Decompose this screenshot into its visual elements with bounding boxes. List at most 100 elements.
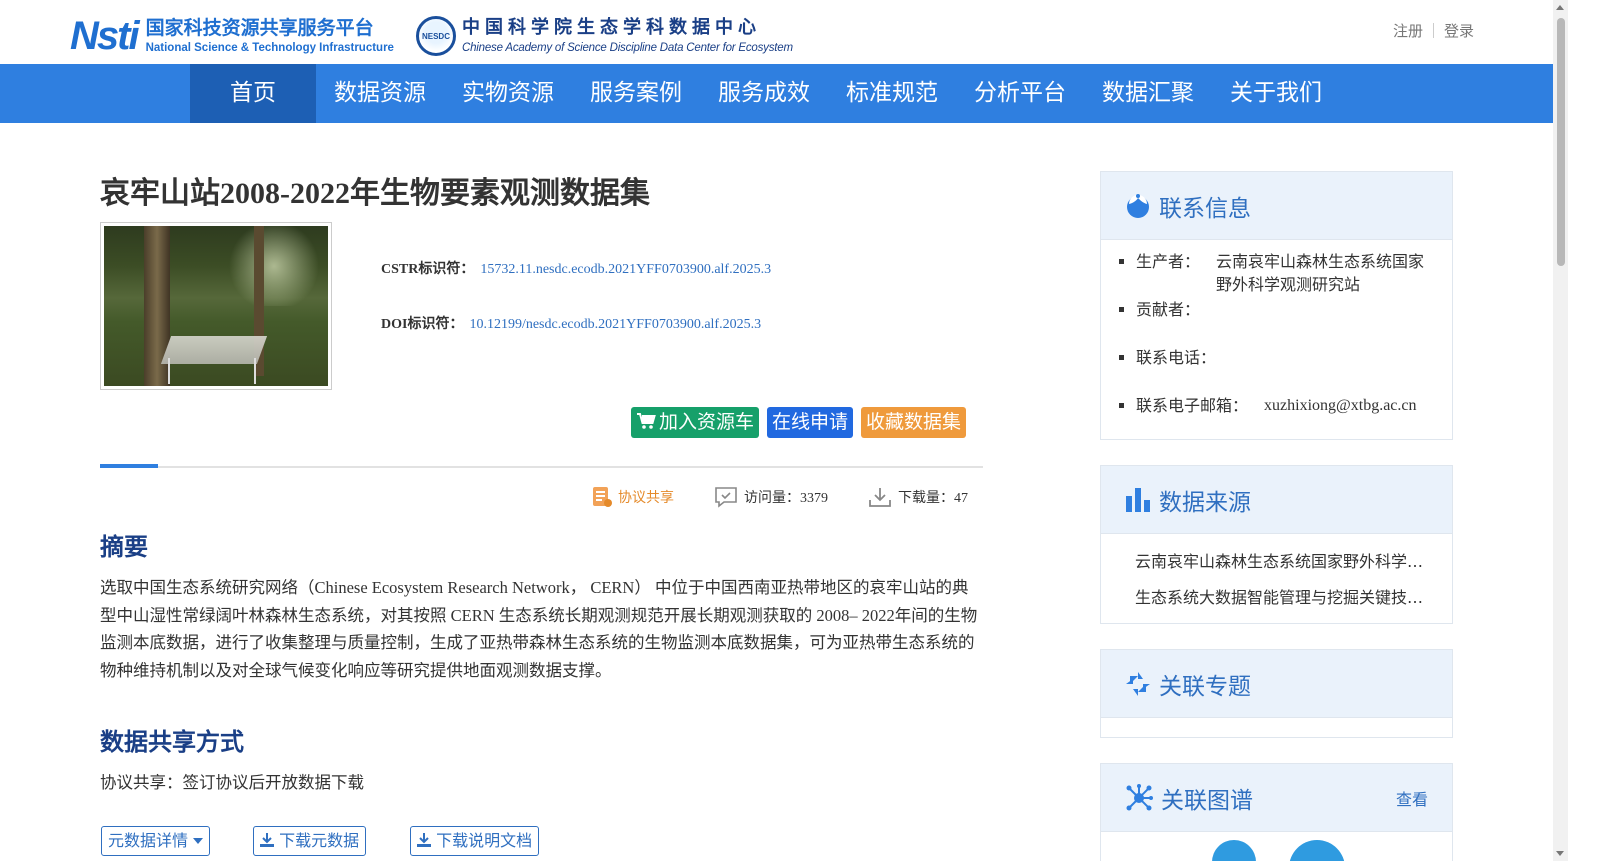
related-graph-panel-header: 关联图谱 查看 [1101, 764, 1452, 832]
data-source-item[interactable]: 云南哀牢山森林生态系统国家野外科学观测研究站 [1135, 544, 1432, 580]
auth-links: 注册 登录 [1393, 20, 1474, 41]
abstract-text: 选取中国生态系统研究网络（Chinese Ecosystem Research … [100, 578, 978, 680]
doi-label: DOI标识符： [381, 317, 464, 332]
scroll-up-arrow-icon[interactable] [1556, 5, 1564, 10]
visits-count: 访问量：3379 [744, 491, 828, 506]
contact-item: 联系电话： [1119, 346, 1432, 394]
nav-item[interactable]: 实物资源 [444, 64, 572, 123]
contact-person-icon [1127, 193, 1149, 218]
related-topic-panel-title: 关联专题 [1159, 673, 1251, 700]
data-source-panel-title: 数据来源 [1159, 489, 1251, 516]
data-source-panel-header: 数据来源 [1101, 466, 1452, 534]
scroll-thumb[interactable] [1557, 18, 1565, 266]
bar-chart-icon [1126, 487, 1150, 512]
nsti-logo-cn: 国家科技资源共享服务平台 [145, 17, 374, 39]
share-type-stat: 协议共享 [592, 486, 674, 508]
contact-item: 联系电子邮箱： xuzhixiong@xtbg.ac.cn [1119, 394, 1432, 442]
nesdc-logo-cn: 中国科学院生态学科数据中心 [462, 17, 761, 38]
download-icon [260, 833, 274, 847]
login-link[interactable]: 登录 [1444, 22, 1474, 40]
nav-item[interactable]: 数据资源 [316, 64, 444, 123]
contact-value[interactable]: xuzhixiong@xtbg.ac.cn [1264, 394, 1416, 442]
main-nav: 首页 数据资源 实物资源 服务案例 服务成效 标准规范 分析平台 数据汇聚 关于我们 [0, 64, 1553, 123]
network-graph-icon [1126, 783, 1153, 810]
metadata-details-button[interactable]: 元数据详情 [101, 826, 211, 856]
contact-label: 贡献者： [1136, 300, 1201, 319]
downloads-stat: 下载量：47 [868, 486, 968, 508]
dataset-title: 哀牢山站2008-2022年生物要素观测数据集 [100, 177, 650, 210]
download-doc-label: 下载说明文档 [436, 831, 533, 850]
related-graph-panel: 关联图谱 查看 [1100, 763, 1453, 861]
data-source-item[interactable]: 生态系统大数据智能管理与挖掘关键技术研究 [1135, 580, 1432, 616]
top-header: Nsti 国家科技资源共享服务平台 National Science & Tec… [0, 0, 1600, 64]
nesdc-logo-en: Chinese Academy of Science Discipline Da… [462, 42, 793, 54]
cstr-label: CSTR标识符： [381, 262, 475, 277]
contact-label: 生产者： [1136, 252, 1201, 271]
apply-online-button[interactable]: 在线申请 [767, 407, 854, 438]
add-to-cart-label: 加入资源车 [659, 411, 755, 433]
nav-item[interactable]: 服务成效 [700, 64, 828, 123]
caret-down-icon [193, 838, 204, 844]
download-icon [417, 833, 431, 847]
register-link[interactable]: 注册 [1393, 22, 1423, 40]
bullet-icon [1119, 307, 1124, 312]
view-graph-link[interactable]: 查看 [1396, 786, 1428, 810]
metadata-details-label: 元数据详情 [108, 831, 189, 850]
downloads-count: 下载量：47 [898, 491, 968, 506]
tab-divider [100, 466, 983, 468]
nav-item[interactable]: 首页 [190, 64, 316, 123]
graph-preview [1212, 840, 1345, 861]
dataset-stats: 协议共享 访问量：3379 下载量：47 [592, 486, 968, 508]
nesdc-logo[interactable]: NESDC 中国科学院生态学科数据中心 Chinese Academy of S… [416, 16, 793, 56]
related-topic-panel-header: 关联专题 [1101, 650, 1452, 718]
nsti-logo-mark: Nsti [70, 14, 140, 58]
share-type-label: 协议共享 [618, 490, 674, 506]
contact-label: 联系电子邮箱： [1136, 396, 1249, 415]
download-metadata-label: 下载元数据 [279, 831, 360, 850]
visits-stat: 访问量：3379 [714, 486, 828, 508]
download-metadata-button[interactable]: 下载元数据 [253, 826, 367, 856]
contact-value: 云南哀牢山森林生态系统国家野外科学观测研究站 [1216, 252, 1425, 294]
nav-items: 首页 数据资源 实物资源 服务案例 服务成效 标准规范 分析平台 数据汇聚 关于我们 [190, 64, 1340, 123]
bullet-icon [1119, 403, 1124, 408]
related-topic-panel: 关联专题 [1100, 649, 1453, 738]
scroll-down-arrow-icon[interactable] [1556, 851, 1564, 856]
bullet-icon [1119, 259, 1124, 264]
related-graph-panel-title: 关联图谱 [1161, 787, 1253, 814]
contact-item: 生产者： 云南哀牢山森林生态系统国家野外科学观测研究站 [1119, 250, 1432, 298]
nav-item[interactable]: 分析平台 [956, 64, 1084, 123]
nsti-logo[interactable]: Nsti 国家科技资源共享服务平台 National Science & Tec… [70, 16, 394, 56]
nav-item[interactable]: 服务案例 [572, 64, 700, 123]
contact-item: 贡献者： [1119, 298, 1432, 346]
nesdc-logo-mark: NESDC [416, 16, 456, 56]
contact-panel: 联系信息 生产者： 云南哀牢山森林生态系统国家野外科学观测研究站 贡献者： 联系电话：… [1100, 171, 1453, 440]
cstr-link[interactable]: 15732.11.nesdc.ecodb.2021YFF0703900.alf.… [480, 262, 771, 277]
contact-panel-title: 联系信息 [1159, 195, 1251, 222]
bullet-icon [1119, 355, 1124, 360]
active-tab-indicator [100, 464, 158, 468]
add-to-cart-button[interactable]: 加入资源车 [631, 407, 760, 438]
sharing-heading: 数据共享方式 [100, 728, 244, 756]
abstract-heading: 摘要 [100, 533, 148, 561]
doi-row: DOI标识符： 10.12199/nesdc.ecodb.2021YFF07039… [381, 313, 771, 368]
contact-label: 联系电话： [1136, 348, 1217, 367]
contact-list: 生产者： 云南哀牢山森林生态系统国家野外科学观测研究站 贡献者： 联系电话： 联系电子邮… [1101, 240, 1452, 442]
topic-pinwheel-icon [1126, 671, 1150, 696]
download-doc-button[interactable]: 下载说明文档 [410, 826, 540, 856]
identifiers: CSTR标识符： 15732.11.nesdc.ecodb.2021YFF0703… [381, 258, 771, 368]
download-icon [869, 488, 891, 507]
cart-icon [637, 413, 656, 429]
page-scrollbar[interactable] [1553, 0, 1568, 861]
dataset-thumbnail [100, 222, 332, 390]
cstr-row: CSTR标识符： 15732.11.nesdc.ecodb.2021YFF0703… [381, 258, 771, 313]
comment-icon [715, 487, 737, 508]
contact-panel-header: 联系信息 [1101, 172, 1452, 240]
nsti-logo-en: National Science & Technology Infrastruc… [145, 42, 394, 54]
favorite-dataset-button[interactable]: 收藏数据集 [861, 407, 967, 438]
doi-link[interactable]: 10.12199/nesdc.ecodb.2021YFF0703900.alf.… [469, 317, 761, 332]
nav-item[interactable]: 标准规范 [828, 64, 956, 123]
sharing-text: 协议共享：签订协议后开放数据下载 [100, 773, 364, 792]
nav-item[interactable]: 数据汇聚 [1084, 64, 1212, 123]
agreement-doc-icon [593, 487, 612, 507]
nav-item[interactable]: 关于我们 [1212, 64, 1340, 123]
